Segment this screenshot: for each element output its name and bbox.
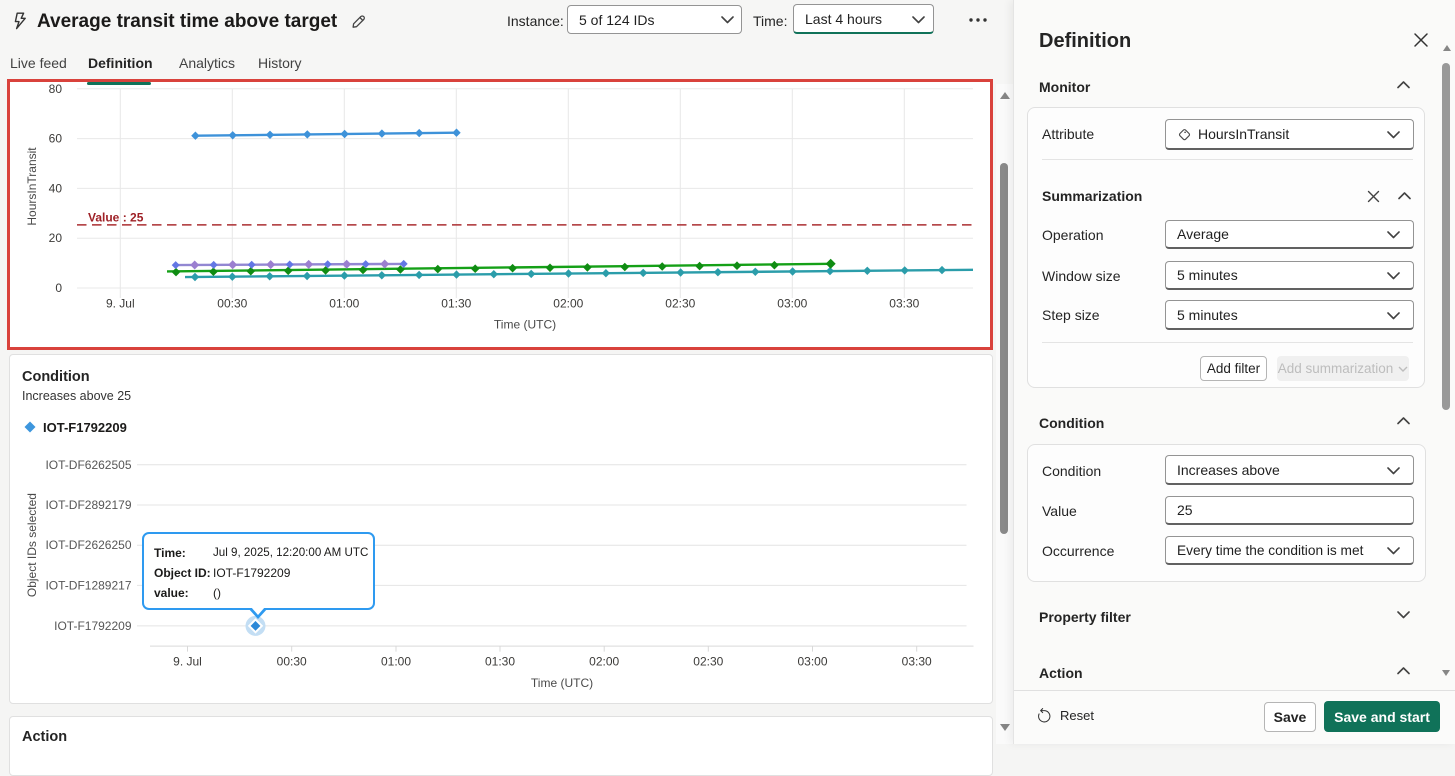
svg-text:IOT-F1792209: IOT-F1792209 — [54, 619, 132, 633]
svg-text:IOT-DF2626250: IOT-DF2626250 — [45, 538, 131, 552]
svg-text:0: 0 — [55, 281, 62, 295]
svg-text:20: 20 — [49, 231, 63, 245]
svg-text:01:00: 01:00 — [381, 655, 411, 669]
svg-text:9. Jul: 9. Jul — [106, 297, 135, 311]
svg-text:03:30: 03:30 — [889, 297, 919, 311]
svg-text:Time (UTC): Time (UTC) — [494, 318, 556, 332]
svg-text:Time (UTC): Time (UTC) — [531, 676, 593, 690]
svg-text:60: 60 — [49, 132, 63, 146]
svg-text:01:30: 01:30 — [441, 297, 471, 311]
svg-text:00:30: 00:30 — [217, 297, 247, 311]
svg-text:40: 40 — [49, 181, 63, 195]
svg-text:9. Jul: 9. Jul — [173, 655, 202, 669]
svg-text:80: 80 — [49, 82, 63, 96]
svg-text:Object IDs selected: Object IDs selected — [25, 493, 39, 597]
svg-text:IOT-DF6262505: IOT-DF6262505 — [45, 458, 131, 472]
svg-text:HoursInTransit: HoursInTransit — [25, 147, 39, 226]
svg-text:00:30: 00:30 — [277, 655, 307, 669]
svg-text:02:30: 02:30 — [693, 655, 723, 669]
svg-text:IOT-DF1289217: IOT-DF1289217 — [45, 578, 131, 592]
svg-text:IOT-DF2892179: IOT-DF2892179 — [45, 498, 131, 512]
svg-text:03:30: 03:30 — [902, 655, 932, 669]
svg-text:03:00: 03:00 — [797, 655, 827, 669]
svg-text:02:00: 02:00 — [553, 297, 583, 311]
svg-text:Value : 25: Value : 25 — [88, 211, 144, 225]
svg-text:02:00: 02:00 — [589, 655, 619, 669]
svg-text:01:00: 01:00 — [329, 297, 359, 311]
svg-text:01:30: 01:30 — [485, 655, 515, 669]
svg-text:02:30: 02:30 — [665, 297, 695, 311]
svg-text:03:00: 03:00 — [777, 297, 807, 311]
